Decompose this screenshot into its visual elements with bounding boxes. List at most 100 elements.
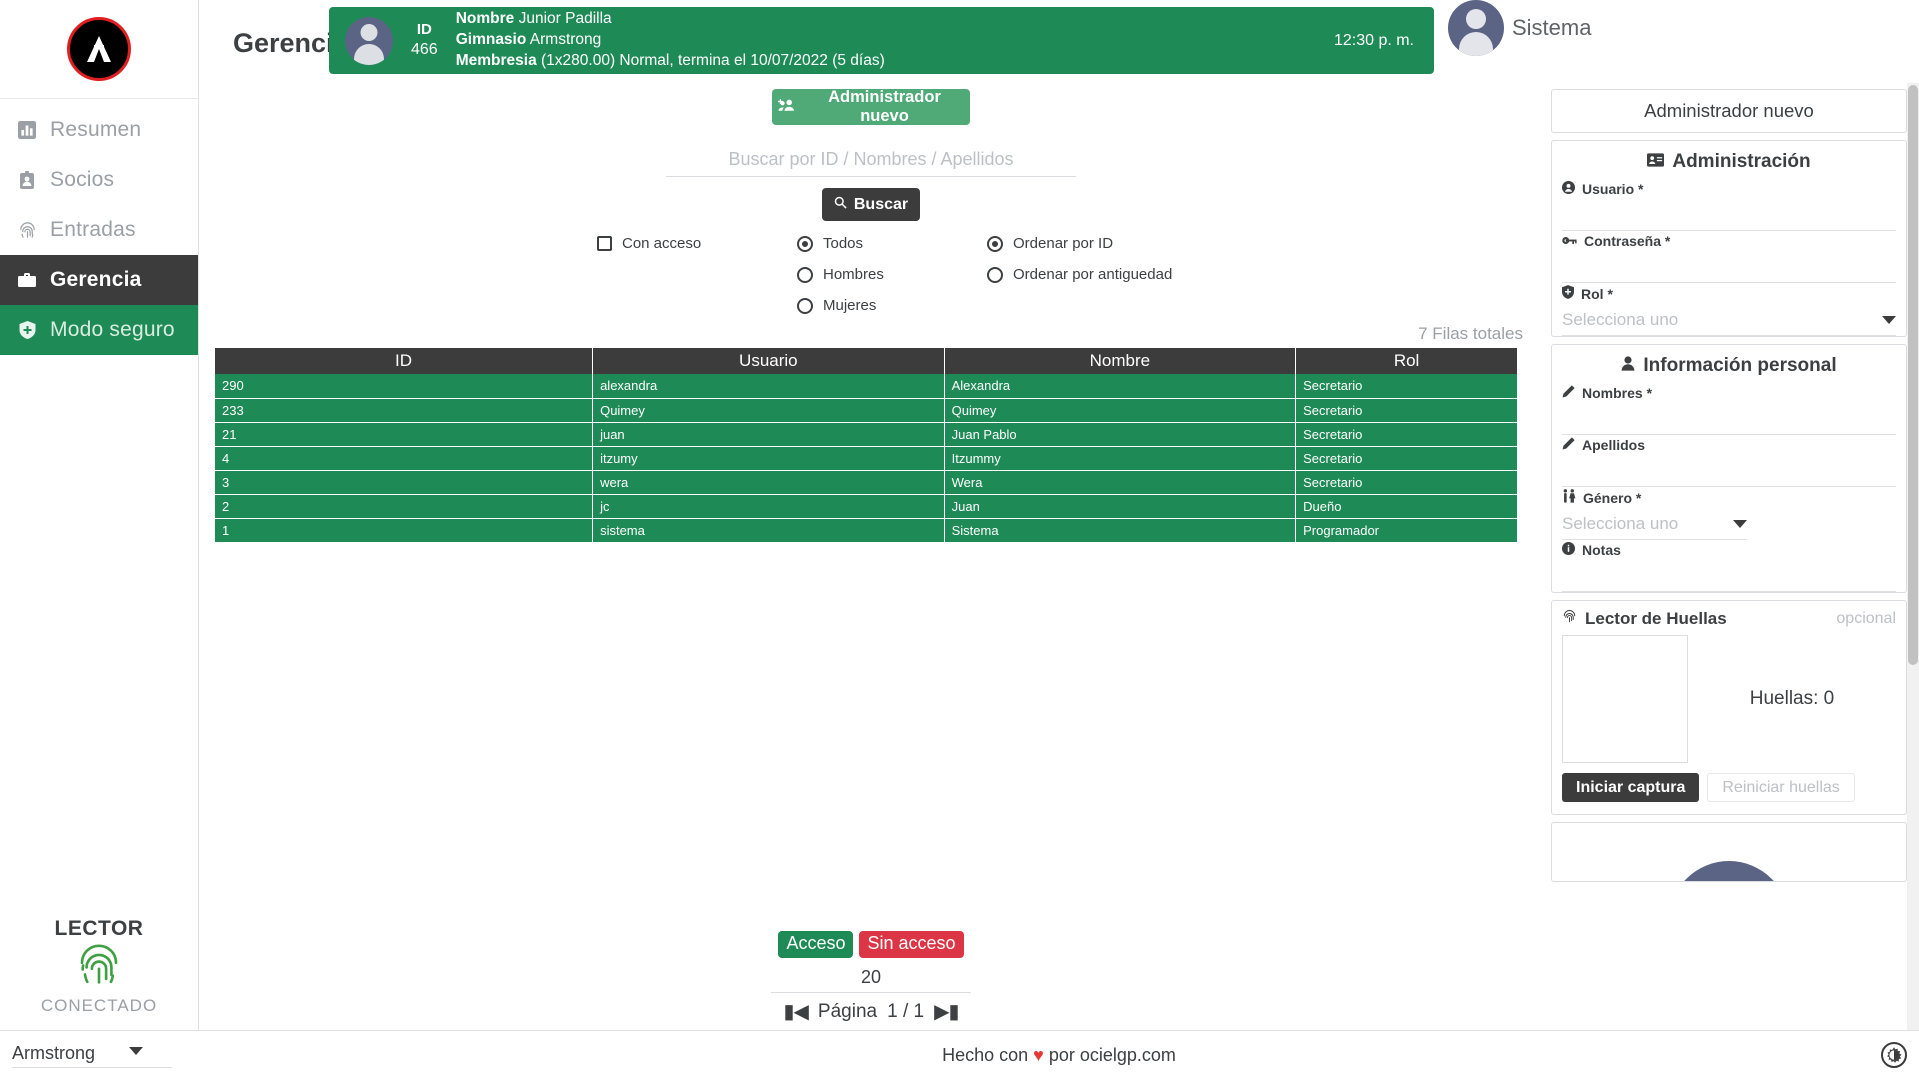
table-row[interactable]: 4 itzumy Itzummy Secretario — [215, 446, 1517, 471]
radio-icon[interactable] — [987, 266, 1003, 283]
brightness-icon[interactable] — [1881, 1042, 1907, 1068]
gym-select[interactable]: Armstrong — [12, 1043, 172, 1068]
app-root: Resumen Socios Entradas Gerencia Modo se… — [0, 0, 1919, 1079]
cell-usuario: jc — [592, 494, 945, 519]
chevron-down-icon — [1733, 520, 1747, 528]
search-icon — [834, 196, 847, 214]
rows-per-page[interactable]: 20 — [861, 967, 881, 988]
nombres-input[interactable] — [1562, 401, 1896, 435]
pencil-icon — [1562, 437, 1575, 453]
fingerprint-count: Huellas: 0 — [1749, 688, 1835, 709]
column-header-nombre[interactable]: Nombre — [944, 348, 1297, 374]
cell-id: 21 — [215, 422, 594, 447]
member-id-label: ID — [416, 21, 432, 39]
genero-select-placeholder: Selecciona uno — [1562, 514, 1679, 533]
filter-ordenar-por-antiguedad[interactable]: Ordenar por antiguedad — [987, 266, 1172, 283]
fingerprint-header: Lector de Huellas opcional — [1552, 601, 1906, 629]
field-nombres: Nombres * — [1552, 383, 1906, 435]
reset-fingerprints-button[interactable]: Reiniciar huellas — [1707, 773, 1855, 802]
filter-hombres[interactable]: Hombres — [797, 266, 987, 283]
last-page-icon[interactable]: ▶▮ — [934, 999, 959, 1024]
table-header-row: ID Usuario Nombre Rol — [215, 348, 1517, 374]
notas-input[interactable] — [1562, 558, 1896, 592]
field-genero: Género * Selecciona uno — [1552, 487, 1906, 540]
table-row[interactable]: 2 jc Juan Dueño — [215, 494, 1517, 519]
radio-selected-icon[interactable] — [987, 235, 1003, 252]
cell-usuario: Quimey — [592, 398, 945, 423]
table-row[interactable]: 233 Quimey Quimey Secretario — [215, 398, 1517, 423]
filter-todos[interactable]: Todos — [797, 235, 987, 252]
radio-icon[interactable] — [797, 266, 813, 283]
search-input[interactable] — [666, 145, 1076, 177]
member-membership-line: Membresia (1x280.00) Normal, termina el … — [456, 51, 885, 72]
fingerprint-icon — [16, 219, 38, 241]
usuario-input[interactable] — [1562, 197, 1896, 231]
table-footer: Acceso Sin acceso 20 ▮◀ Página 1 / 1 ▶▮ — [199, 931, 1543, 1024]
heart-icon: ♥ — [1033, 1044, 1044, 1065]
table-row[interactable]: 1 sistema Sistema Programador — [215, 518, 1517, 543]
table-row[interactable]: 21 juan Juan Pablo Secretario — [215, 422, 1517, 447]
member-membership-value: (1x280.00) Normal, termina el 10/07/2022… — [541, 51, 885, 69]
contrasena-input[interactable] — [1562, 249, 1896, 283]
sidebar-item-resumen[interactable]: Resumen — [0, 105, 198, 155]
cell-nombre: Alexandra — [944, 374, 1297, 399]
field-rol-label-row: Rol * — [1562, 285, 1896, 302]
footer-right — [1881, 1042, 1907, 1068]
cell-id: 290 — [215, 374, 594, 399]
column-header-usuario[interactable]: Usuario — [592, 348, 945, 374]
cell-rol: Secretario — [1295, 446, 1517, 471]
field-usuario-label-row: Usuario * — [1562, 181, 1896, 197]
field-usuario: Usuario * — [1552, 179, 1906, 231]
checkbox-unchecked-icon[interactable] — [597, 236, 612, 251]
cell-rol: Secretario — [1295, 422, 1517, 447]
shield-icon — [16, 319, 38, 341]
sidebar-item-gerencia[interactable]: Gerencia — [0, 255, 198, 305]
first-page-icon[interactable]: ▮◀ — [784, 999, 809, 1024]
cell-usuario: wera — [592, 470, 945, 495]
radio-selected-icon[interactable] — [797, 235, 813, 252]
filter-label: Hombres — [823, 266, 884, 283]
rol-select[interactable]: Selecciona uno — [1562, 302, 1896, 336]
scrollbar-thumb[interactable] — [1908, 85, 1918, 665]
add-admin-button[interactable]: Administrador nuevo — [772, 88, 970, 125]
column-header-id[interactable]: ID — [215, 348, 594, 374]
panel-scrollbar[interactable] — [1907, 83, 1919, 1030]
admin-section-label: Administración — [1672, 151, 1811, 172]
cell-id: 3 — [215, 470, 594, 495]
sidebar-item-modo-seguro[interactable]: Modo seguro — [0, 305, 198, 355]
field-contrasena-label-row: Contraseña * — [1562, 233, 1896, 249]
cell-usuario: juan — [592, 422, 945, 447]
table-body: 290 alexandra Alexandra Secretario 233 Q… — [215, 374, 1517, 543]
user-chip[interactable]: Sistema — [1434, 0, 1591, 56]
genero-select[interactable]: Selecciona uno — [1562, 506, 1747, 540]
filter-con-acceso[interactable]: Con acceso — [597, 235, 797, 252]
id-badge-icon — [16, 169, 38, 191]
filter-mujeres[interactable]: Mujeres — [797, 297, 987, 314]
chevron-down-icon — [129, 1047, 144, 1055]
field-label: Contraseña * — [1584, 233, 1671, 249]
filter-ordenar-por-id[interactable]: Ordenar por ID — [987, 235, 1172, 252]
radio-icon[interactable] — [797, 297, 813, 314]
sidebar-item-entradas[interactable]: Entradas — [0, 205, 198, 255]
sidebar-item-socios[interactable]: Socios — [0, 155, 198, 205]
photo-section-card — [1551, 822, 1907, 882]
apellidos-input[interactable] — [1562, 453, 1896, 487]
field-label: Notas — [1582, 542, 1621, 558]
member-name-line: Nombre Junior Padilla — [456, 9, 885, 30]
photo-placeholder-avatar-icon — [1669, 861, 1789, 881]
field-nombres-label-row: Nombres * — [1562, 385, 1896, 401]
member-id-block: ID 466 — [393, 21, 456, 60]
admins-table: ID Usuario Nombre Rol 290 alexandra Alex… — [215, 348, 1517, 543]
cell-rol: Secretario — [1295, 374, 1517, 399]
start-capture-button[interactable]: Iniciar captura — [1562, 773, 1700, 802]
field-genero-label-row: Género * — [1562, 489, 1896, 506]
fingerprint-buttons: Iniciar captura Reiniciar huellas — [1552, 763, 1906, 814]
table-row[interactable]: 290 alexandra Alexandra Secretario — [215, 374, 1517, 399]
column-header-rol[interactable]: Rol — [1295, 348, 1517, 374]
legend: Acceso Sin acceso — [778, 931, 964, 958]
sidebar-item-label: Socios — [50, 168, 115, 191]
add-admin-button-label: Administrador nuevo — [828, 88, 941, 125]
fingerprint-icon — [1562, 609, 1577, 629]
table-row[interactable]: 3 wera Wera Secretario — [215, 470, 1517, 495]
search-button[interactable]: Buscar — [822, 188, 920, 221]
